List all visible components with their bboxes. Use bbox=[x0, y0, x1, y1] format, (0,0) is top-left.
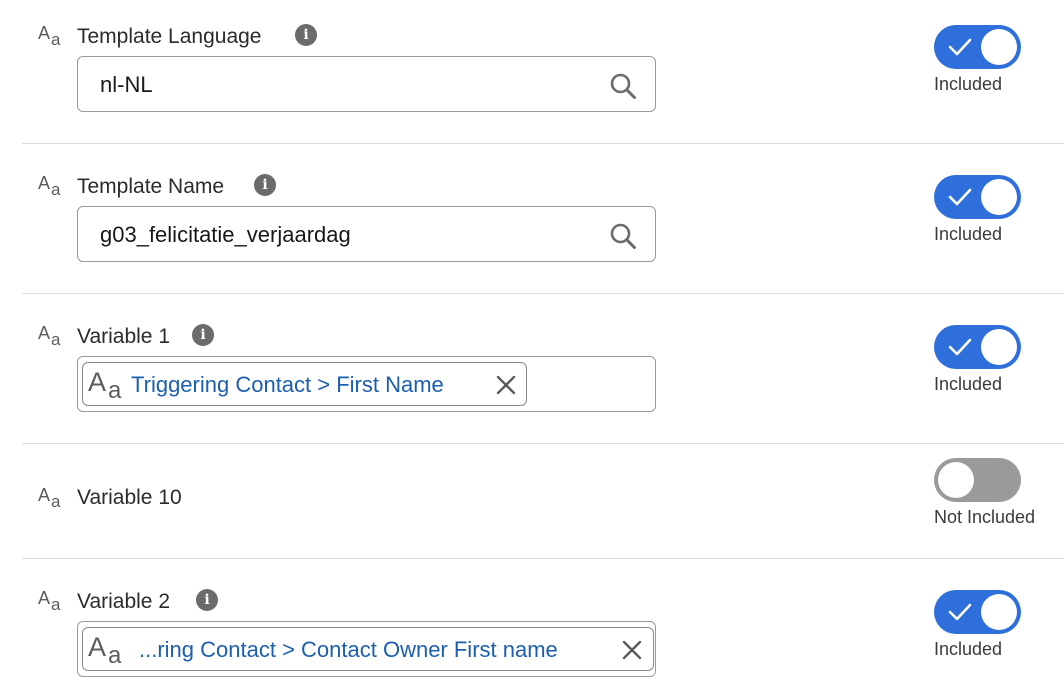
included-toggle[interactable] bbox=[934, 25, 1021, 69]
search-icon[interactable] bbox=[609, 72, 637, 100]
row-divider bbox=[22, 558, 1064, 559]
text-type-icon: Aa bbox=[88, 632, 122, 669]
info-icon[interactable]: i bbox=[254, 174, 276, 196]
text-type-icon: Aa bbox=[38, 323, 61, 349]
row-variable-1: Aa Variable 1 i Aa Triggering Contact > … bbox=[0, 300, 1064, 443]
field-label: Template Name bbox=[77, 175, 225, 198]
row-divider bbox=[22, 293, 1064, 294]
included-toggle[interactable] bbox=[934, 590, 1021, 634]
toggle-knob bbox=[981, 329, 1017, 365]
info-icon[interactable]: i bbox=[295, 24, 317, 46]
field-mapping-panel: Aa Template Language i nl-NL Included Aa… bbox=[0, 0, 1064, 698]
pill-label: Triggering Contact > First Name bbox=[131, 372, 444, 397]
row-variable-10: Aa Variable 10 Not Included bbox=[0, 444, 1064, 558]
row-divider bbox=[22, 143, 1064, 144]
text-type-icon: Aa bbox=[38, 173, 61, 199]
text-type-icon: Aa bbox=[88, 367, 122, 404]
check-icon bbox=[948, 188, 972, 206]
toggle-knob bbox=[981, 179, 1017, 215]
search-icon[interactable] bbox=[609, 222, 637, 250]
text-type-icon: Aa bbox=[38, 485, 61, 511]
text-type-icon: Aa bbox=[38, 588, 61, 614]
check-icon bbox=[948, 38, 972, 56]
toggle-knob bbox=[981, 29, 1017, 65]
field-label: Variable 10 bbox=[77, 486, 182, 509]
toggle-status-label: Not Included bbox=[934, 507, 1036, 527]
field-label: Template Language bbox=[77, 25, 262, 48]
not-included-toggle[interactable] bbox=[934, 458, 1021, 502]
text-type-icon: Aa bbox=[38, 23, 61, 49]
info-icon[interactable]: i bbox=[192, 324, 214, 346]
field-value: nl-NL bbox=[100, 72, 153, 97]
template-name-input[interactable]: g03_felicitatie_verjaardag bbox=[77, 206, 656, 262]
variable-2-input[interactable]: Aa ...ring Contact > Contact Owner First… bbox=[77, 621, 656, 677]
pill-label: ...ring Contact > Contact Owner First na… bbox=[139, 637, 558, 662]
check-icon bbox=[948, 603, 972, 621]
field-value: g03_felicitatie_verjaardag bbox=[100, 222, 351, 247]
selected-value-pill[interactable]: Aa Triggering Contact > First Name bbox=[82, 362, 527, 406]
field-label: Variable 2 bbox=[77, 590, 171, 613]
check-icon bbox=[948, 338, 972, 356]
row-template-name: Aa Template Name i g03_felicitatie_verja… bbox=[0, 150, 1064, 293]
included-toggle[interactable] bbox=[934, 325, 1021, 369]
field-label: Variable 1 bbox=[77, 325, 171, 348]
row-template-language: Aa Template Language i nl-NL Included bbox=[0, 0, 1064, 143]
row-variable-2: Aa Variable 2 i Aa ...ring Contact > Con… bbox=[0, 565, 1064, 698]
toggle-status-label: Included bbox=[934, 224, 1003, 244]
toggle-knob bbox=[938, 462, 974, 498]
toggle-status-label: Included bbox=[934, 639, 1003, 659]
toggle-knob bbox=[981, 594, 1017, 630]
close-icon[interactable] bbox=[495, 374, 517, 396]
toggle-status-label: Included bbox=[934, 74, 1003, 94]
variable-1-input[interactable]: Aa Triggering Contact > First Name bbox=[77, 356, 656, 412]
selected-value-pill[interactable]: Aa ...ring Contact > Contact Owner First… bbox=[82, 627, 654, 671]
info-icon[interactable]: i bbox=[196, 589, 218, 611]
included-toggle[interactable] bbox=[934, 175, 1021, 219]
close-icon[interactable] bbox=[621, 639, 643, 661]
template-language-input[interactable]: nl-NL bbox=[77, 56, 656, 112]
toggle-status-label: Included bbox=[934, 374, 1003, 394]
